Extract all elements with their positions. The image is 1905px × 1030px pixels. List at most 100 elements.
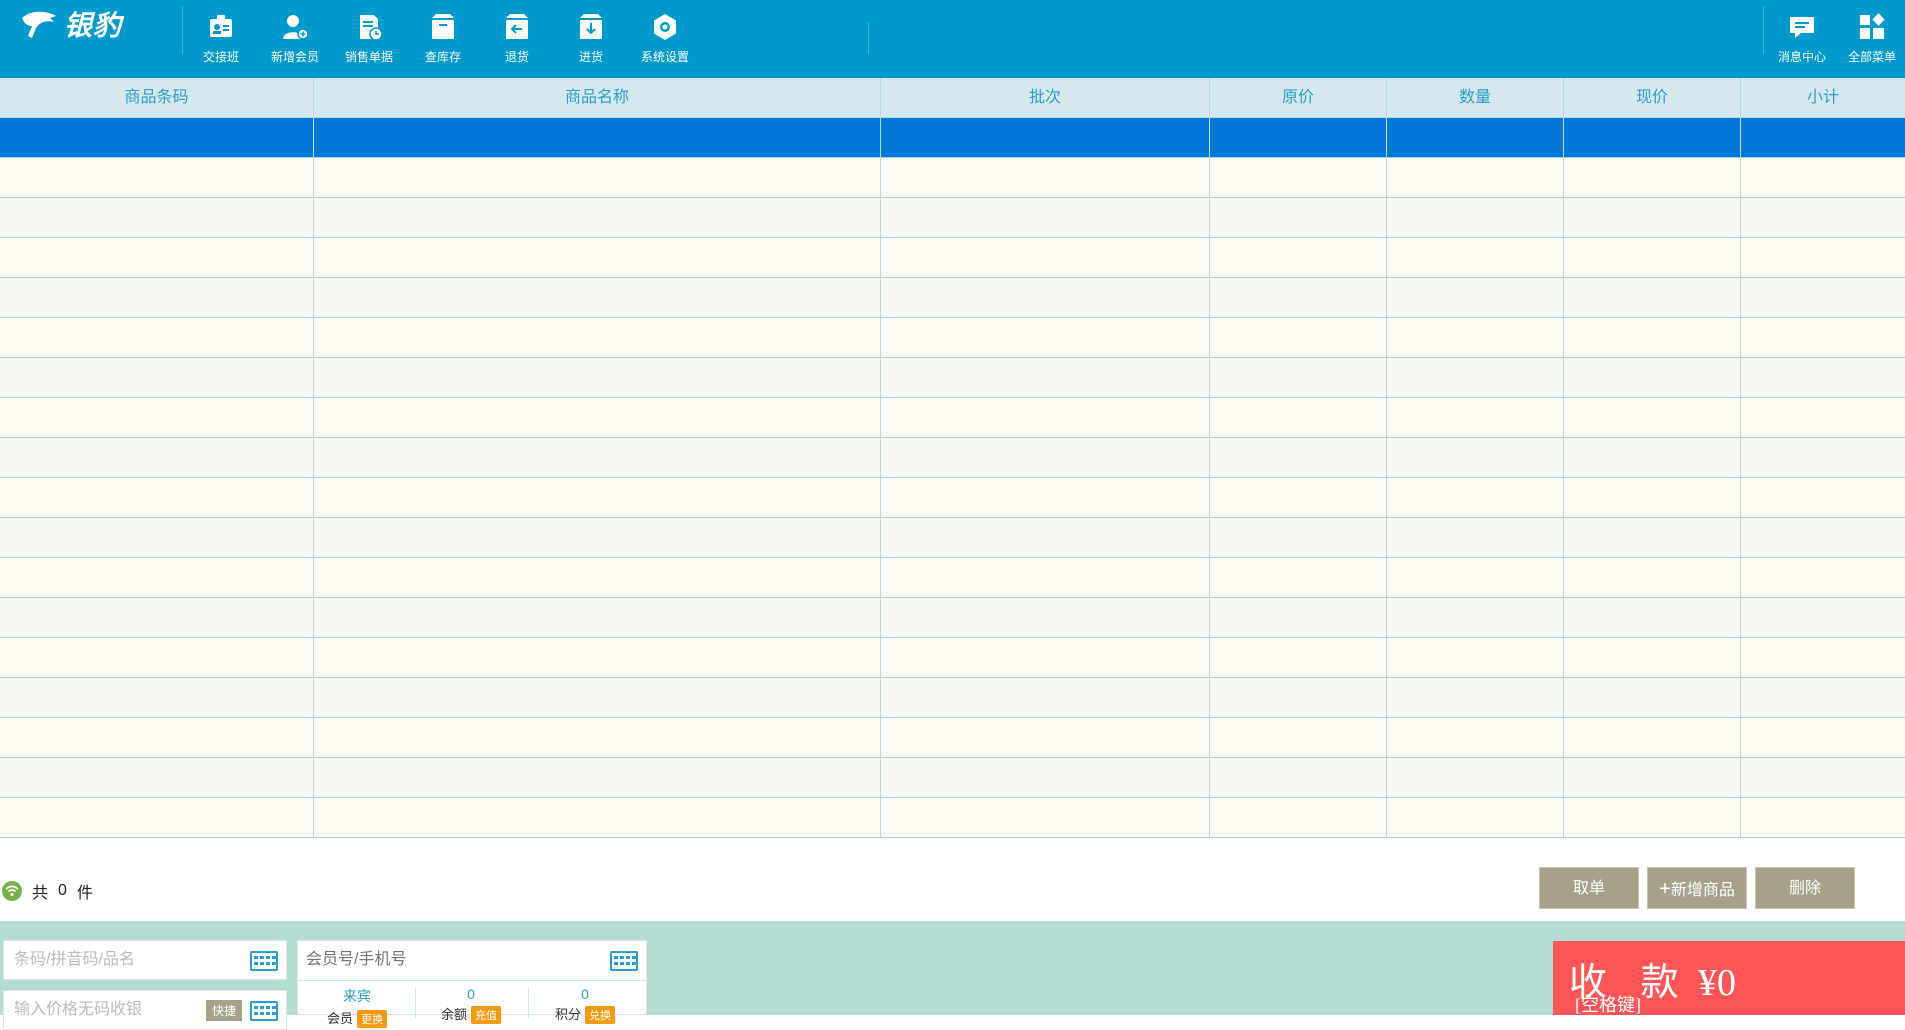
- table-row[interactable]: [0, 358, 1905, 398]
- nav-label: 消息中心: [1777, 50, 1826, 64]
- leopard-logo-icon: [22, 11, 56, 39]
- balance-stat: 0 余额 充值: [416, 986, 526, 1024]
- change-member-button[interactable]: 更换: [357, 1010, 387, 1028]
- delete-label: 删除: [1788, 880, 1821, 897]
- nav-add-member[interactable]: 新增会员: [258, 12, 332, 70]
- stat-divider: [528, 988, 529, 1018]
- table-row[interactable]: [0, 718, 1905, 758]
- toolbar-divider: [868, 22, 869, 54]
- nav-return-goods[interactable]: 退货: [480, 12, 554, 70]
- nav-label: 交接班: [202, 50, 239, 64]
- inventory-box-icon: [432, 14, 454, 39]
- count-prefix: 共: [32, 885, 49, 902]
- nav-system-settings[interactable]: 系统设置: [628, 12, 702, 70]
- add-member-icon: [283, 15, 309, 40]
- barcode-search-input[interactable]: [4, 941, 286, 979]
- nav-message-center[interactable]: 消息中心: [1765, 12, 1839, 70]
- toolbar-divider: [1763, 6, 1764, 54]
- barcode-search-box: [3, 940, 287, 980]
- cancel-order-button[interactable]: 取单: [1539, 867, 1639, 909]
- sales-receipt-icon: [360, 15, 383, 41]
- shift-handover-icon: [210, 15, 232, 37]
- table-row[interactable]: [0, 558, 1905, 598]
- column-header-barcode[interactable]: 商品条码: [0, 78, 314, 118]
- member-stat-label: 会员: [326, 1011, 353, 1026]
- keyboard-icon[interactable]: [250, 1001, 278, 1021]
- delete-button[interactable]: 删除: [1755, 867, 1855, 909]
- table-row[interactable]: [0, 278, 1905, 318]
- nav-purchase-goods[interactable]: 进货: [554, 12, 628, 70]
- member-stat: 来宾 会员 更换: [302, 986, 412, 1028]
- recharge-button[interactable]: 充值: [471, 1006, 501, 1024]
- table-row-selected[interactable]: [0, 118, 1905, 158]
- count-value: 0: [58, 882, 67, 899]
- table-row[interactable]: [0, 318, 1905, 358]
- table-row[interactable]: [0, 518, 1905, 558]
- table-row[interactable]: [0, 598, 1905, 638]
- points-stat: 0 积分 兑换: [530, 986, 640, 1024]
- redeem-button[interactable]: 兑换: [585, 1006, 615, 1024]
- nav-label: 退货: [504, 50, 529, 64]
- nav-label: 全部菜单: [1847, 50, 1896, 64]
- nav-label: 销售单据: [344, 50, 393, 64]
- cancel-order-label: 取单: [1572, 880, 1605, 897]
- toolbar-divider: [182, 6, 183, 54]
- return-goods-icon: [506, 14, 528, 39]
- nav-check-inventory[interactable]: 查库存: [406, 12, 480, 70]
- quick-button[interactable]: 快捷: [205, 1000, 242, 1021]
- nav-label: 进货: [578, 50, 603, 64]
- column-divider: [1563, 118, 1564, 838]
- add-product-button[interactable]: +新增商品: [1647, 867, 1747, 909]
- stat-divider: [415, 988, 416, 1018]
- plus-icon: +: [1659, 878, 1671, 900]
- logo-text: 银豹: [64, 10, 123, 41]
- table-row[interactable]: [0, 758, 1905, 798]
- member-panel: 来宾 会员更换 0 余额充值 0 积分兑换: [297, 940, 647, 1028]
- balance-value: 0: [467, 986, 475, 1002]
- table-row[interactable]: [0, 238, 1905, 278]
- column-divider: [880, 118, 881, 838]
- item-count: 共 0 件: [2, 880, 103, 902]
- table-row[interactable]: [0, 438, 1905, 478]
- column-divider: [1209, 118, 1210, 838]
- column-header-subtotal[interactable]: 小计: [1741, 78, 1905, 118]
- table-row[interactable]: [0, 158, 1905, 198]
- column-header-current-price[interactable]: 现价: [1564, 78, 1741, 118]
- purchase-goods-icon: [580, 14, 602, 39]
- price-input[interactable]: [4, 991, 286, 1029]
- table-row[interactable]: [0, 398, 1905, 438]
- table-row[interactable]: [0, 478, 1905, 518]
- table-row[interactable]: [0, 198, 1905, 238]
- points-value: 0: [581, 986, 589, 1002]
- column-header-batch[interactable]: 批次: [881, 78, 1210, 118]
- nav-label: 新增会员: [270, 50, 319, 64]
- member-search-input[interactable]: [298, 941, 598, 979]
- count-suffix: 件: [76, 885, 93, 902]
- column-divider: [1740, 118, 1741, 838]
- column-divider: [1386, 118, 1387, 838]
- column-divider: [313, 118, 314, 838]
- member-name-value: 来宾: [343, 988, 371, 1004]
- all-menu-icon: [1860, 13, 1885, 39]
- nav-all-menu[interactable]: 全部菜单: [1839, 12, 1905, 70]
- column-header-name[interactable]: 商品名称: [314, 78, 881, 118]
- column-header-original-price[interactable]: 原价: [1210, 78, 1387, 118]
- checkout-button[interactable]: 收 款 [空格键] ¥0: [1553, 941, 1905, 1015]
- nav-shift-handover[interactable]: 交接班: [184, 12, 258, 70]
- checkout-amount: ¥0: [1698, 962, 1736, 1004]
- keyboard-icon[interactable]: [610, 951, 638, 971]
- table-row[interactable]: [0, 678, 1905, 718]
- nav-sales-receipt[interactable]: 销售单据: [332, 12, 406, 70]
- price-input-box: 快捷: [3, 990, 287, 1030]
- nav-label: 查库存: [424, 50, 461, 64]
- table-row[interactable]: [0, 638, 1905, 678]
- table-row[interactable]: [0, 798, 1905, 838]
- settings-gear-icon: [654, 14, 676, 40]
- top-toolbar: 银豹 交接班 新增会员 销售单据 查库存 退货 进货 系统设置 消息中心 全部菜…: [0, 0, 1905, 78]
- product-table: 商品条码 商品名称 批次 原价 数量 现价 小计: [0, 78, 1905, 838]
- app-logo: 银豹: [20, 4, 122, 44]
- nav-label: 系统设置: [640, 50, 689, 64]
- column-header-quantity[interactable]: 数量: [1387, 78, 1564, 118]
- table-header: 商品条码 商品名称 批次 原价 数量 现价 小计: [0, 78, 1905, 118]
- keyboard-icon[interactable]: [250, 951, 278, 971]
